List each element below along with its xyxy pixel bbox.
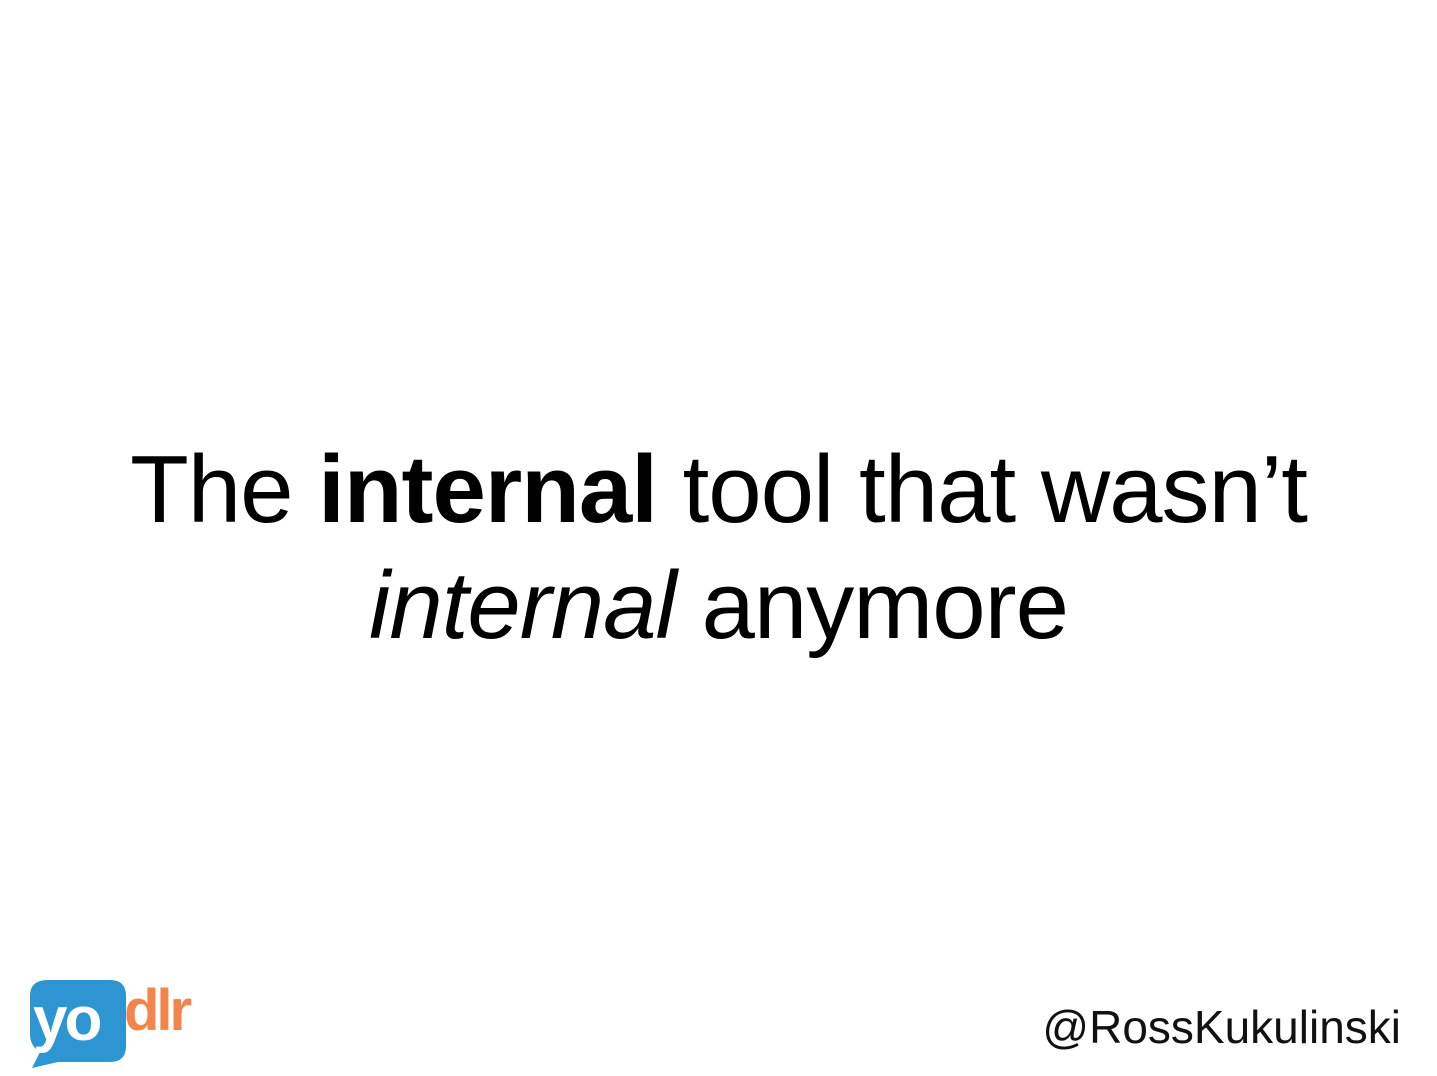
headline-line-2: internal anymore [0,548,1437,664]
logo-text-dlr: dlr [124,978,192,1043]
logo-text-yo: yo [33,985,100,1054]
headline-text: anymore [675,552,1070,659]
twitter-handle: @RossKukulinski [1042,1001,1401,1053]
headline-bold-word: internal [318,436,658,543]
yodlr-logo: yo dlr [18,968,228,1072]
slide-headline: The internal tool that wasn’t internal a… [0,432,1437,664]
headline-text: The [130,436,319,543]
headline-line-1: The internal tool that wasn’t [0,432,1437,548]
headline-italic-word: internal [368,552,677,659]
headline-text: tool that wasn’t [656,436,1308,543]
slide: The internal tool that wasn’t internal a… [0,0,1437,1076]
yodlr-logo-icon: yo dlr [30,978,195,1068]
